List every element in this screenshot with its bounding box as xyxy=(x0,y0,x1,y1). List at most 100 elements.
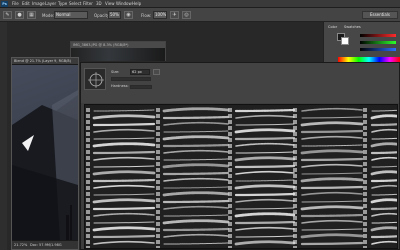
brush-stroke-preview[interactable] xyxy=(371,221,398,224)
menu-view[interactable]: View xyxy=(105,1,115,7)
brush-stroke-preview[interactable] xyxy=(300,233,364,239)
brush-tip-icon[interactable] xyxy=(363,210,367,214)
brush-stroke-preview[interactable] xyxy=(92,206,156,211)
brush-tip-icon[interactable] xyxy=(86,120,90,124)
brush-stroke-preview[interactable] xyxy=(163,121,229,126)
brush-tip-icon[interactable] xyxy=(293,204,297,208)
brush-tip-icon[interactable] xyxy=(293,174,297,178)
brush-stroke-preview[interactable] xyxy=(235,226,295,231)
brush-tip-icon[interactable] xyxy=(228,168,232,172)
brush-tip-icon[interactable] xyxy=(363,120,367,124)
brush-stroke-preview[interactable] xyxy=(163,214,229,217)
brush-tip-icon[interactable] xyxy=(156,168,160,172)
brush-stroke-preview[interactable] xyxy=(370,123,398,127)
brush-tip-icon[interactable] xyxy=(363,204,367,208)
brush-tip-icon[interactable] xyxy=(363,162,367,166)
opacity-field[interactable]: 50% xyxy=(108,11,121,19)
brush-tip-icon[interactable] xyxy=(86,180,90,184)
brush-tip-icon[interactable] xyxy=(363,168,367,172)
brush-stroke-preview[interactable] xyxy=(300,213,364,218)
brush-stroke-preview[interactable] xyxy=(235,198,295,203)
brush-stroke-preview[interactable] xyxy=(370,142,398,148)
brush-tip-icon[interactable] xyxy=(228,210,232,214)
document-title[interactable]: Blend @ 21.7% (Layer 9, RGB/8) xyxy=(12,58,78,65)
brush-stroke-preview[interactable] xyxy=(163,149,229,154)
brush-tip-icon[interactable] xyxy=(86,228,90,232)
brush-stroke-preview[interactable] xyxy=(92,198,156,204)
brush-tip-icon[interactable] xyxy=(363,246,367,249)
brush-stroke-preview[interactable] xyxy=(234,136,296,141)
brush-stroke-preview[interactable] xyxy=(235,142,295,147)
brush-stroke-preview[interactable] xyxy=(300,205,364,211)
brush-tip-icon[interactable] xyxy=(86,246,90,249)
red-slider[interactable] xyxy=(360,34,396,37)
brush-stroke-preview[interactable] xyxy=(234,156,296,162)
brush-tip-icon[interactable] xyxy=(363,156,367,160)
brush-tip-icon[interactable] xyxy=(156,114,160,118)
document-size[interactable]: Doc: 57.9M/1.98G xyxy=(30,243,62,247)
brush-tip-icon[interactable] xyxy=(228,120,232,124)
brush-tip-icon[interactable] xyxy=(228,216,232,220)
brush-tip-icon[interactable] xyxy=(156,180,160,184)
brush-stroke-preview[interactable] xyxy=(93,193,155,196)
brush-stroke-preview[interactable] xyxy=(92,170,156,176)
brush-tip-icon[interactable] xyxy=(156,174,160,178)
brush-stroke-preview[interactable] xyxy=(371,109,398,112)
pressure-opacity-icon[interactable]: ◉ xyxy=(124,11,133,19)
brush-stroke-preview[interactable] xyxy=(234,192,296,197)
brush-tip-icon[interactable] xyxy=(363,180,367,184)
brush-tip-icon[interactable] xyxy=(156,198,160,202)
brush-tip-icon[interactable] xyxy=(86,186,90,190)
brush-stroke-preview[interactable] xyxy=(301,219,363,224)
brush-tip-icon[interactable] xyxy=(156,192,160,196)
brush-stroke-preview[interactable] xyxy=(163,130,229,133)
brush-stroke-preview[interactable] xyxy=(301,228,363,231)
brush-stroke-preview[interactable] xyxy=(93,221,155,224)
brush-stroke-preview[interactable] xyxy=(370,151,398,155)
brush-stroke-preview[interactable] xyxy=(93,137,155,140)
brush-tip-icon[interactable] xyxy=(156,126,160,130)
brush-tip-icon[interactable] xyxy=(363,138,367,142)
brush-size-field[interactable]: 62 px xyxy=(130,69,150,75)
brush-stroke-preview[interactable] xyxy=(163,233,229,238)
brush-stroke-preview[interactable] xyxy=(92,234,156,239)
brush-stroke-preview[interactable] xyxy=(163,205,229,210)
hardness-slider[interactable] xyxy=(130,85,152,89)
brush-stroke-preview[interactable] xyxy=(301,135,363,140)
brush-tip-icon[interactable] xyxy=(293,126,297,130)
brush-stroke-preview[interactable] xyxy=(300,129,364,134)
brush-tip-icon[interactable] xyxy=(156,240,160,244)
brush-stroke-preview[interactable] xyxy=(300,185,364,190)
brush-tip-icon[interactable] xyxy=(363,240,367,244)
brush-tip-icon[interactable] xyxy=(156,246,160,249)
brush-stroke-preview[interactable] xyxy=(370,207,398,211)
brush-stroke-preview[interactable] xyxy=(162,199,230,204)
brush-stroke-preview[interactable] xyxy=(234,128,296,134)
brush-stroke-preview[interactable] xyxy=(234,184,296,190)
brush-stroke-preview[interactable] xyxy=(301,200,363,203)
brush-stroke-preview[interactable] xyxy=(93,156,155,161)
green-slider[interactable] xyxy=(360,41,396,44)
brush-tip-icon[interactable] xyxy=(86,216,90,220)
brush-stroke-preview[interactable] xyxy=(162,107,230,113)
menu-help[interactable]: Help xyxy=(132,1,141,7)
brush-stroke-preview[interactable] xyxy=(370,114,398,120)
brush-stroke-preview[interactable] xyxy=(371,240,398,245)
brush-tip-icon[interactable] xyxy=(363,216,367,220)
workspace-select[interactable]: Essentials xyxy=(362,11,398,19)
brush-tip-icon[interactable] xyxy=(228,246,232,249)
brush-stroke-preview[interactable] xyxy=(234,240,296,246)
brush-tip-icon[interactable] xyxy=(86,162,90,166)
brush-tip-icon[interactable] xyxy=(228,180,232,184)
brush-stroke-preview[interactable] xyxy=(163,177,229,182)
brush-stroke-preview[interactable] xyxy=(163,186,229,189)
brush-tip-icon[interactable] xyxy=(156,204,160,208)
brush-stroke-preview[interactable] xyxy=(300,177,364,183)
brush-tip-icon[interactable] xyxy=(363,114,367,118)
brush-stroke-preview[interactable] xyxy=(370,235,398,239)
brush-tip-icon[interactable] xyxy=(86,174,90,178)
brush-tip-icon[interactable] xyxy=(363,222,367,226)
brush-stroke-preview[interactable] xyxy=(301,107,363,112)
reset-size-icon[interactable] xyxy=(153,69,160,75)
brush-tip-icon[interactable] xyxy=(156,156,160,160)
